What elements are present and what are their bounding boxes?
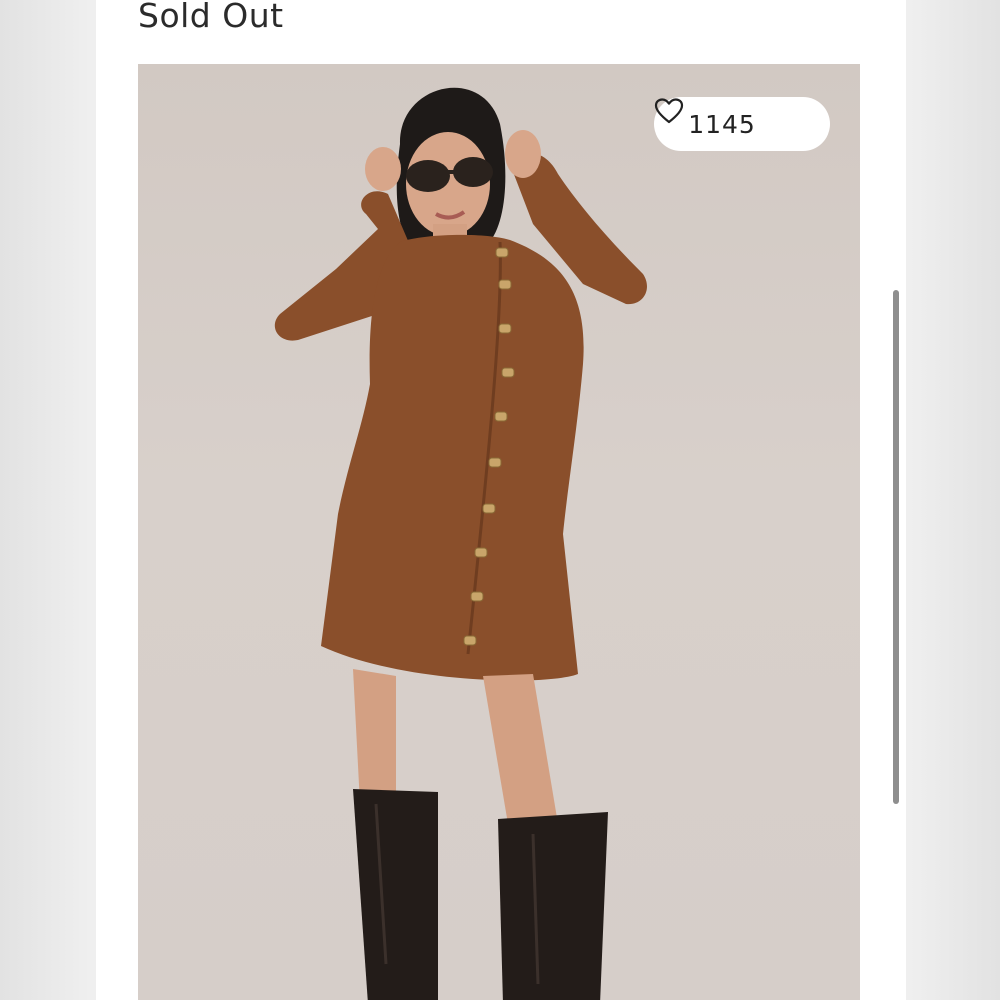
heart-icon	[654, 98, 796, 138]
sold-out-label: Sold Out	[138, 0, 284, 35]
like-count: 1145	[688, 109, 756, 139]
product-photo[interactable]: 1145	[138, 64, 860, 1000]
like-button[interactable]: 1145	[654, 97, 830, 151]
product-photo-illustration	[274, 87, 647, 1000]
listing-page: Sold Out 1145	[96, 0, 906, 1000]
scrollbar[interactable]	[893, 290, 899, 804]
